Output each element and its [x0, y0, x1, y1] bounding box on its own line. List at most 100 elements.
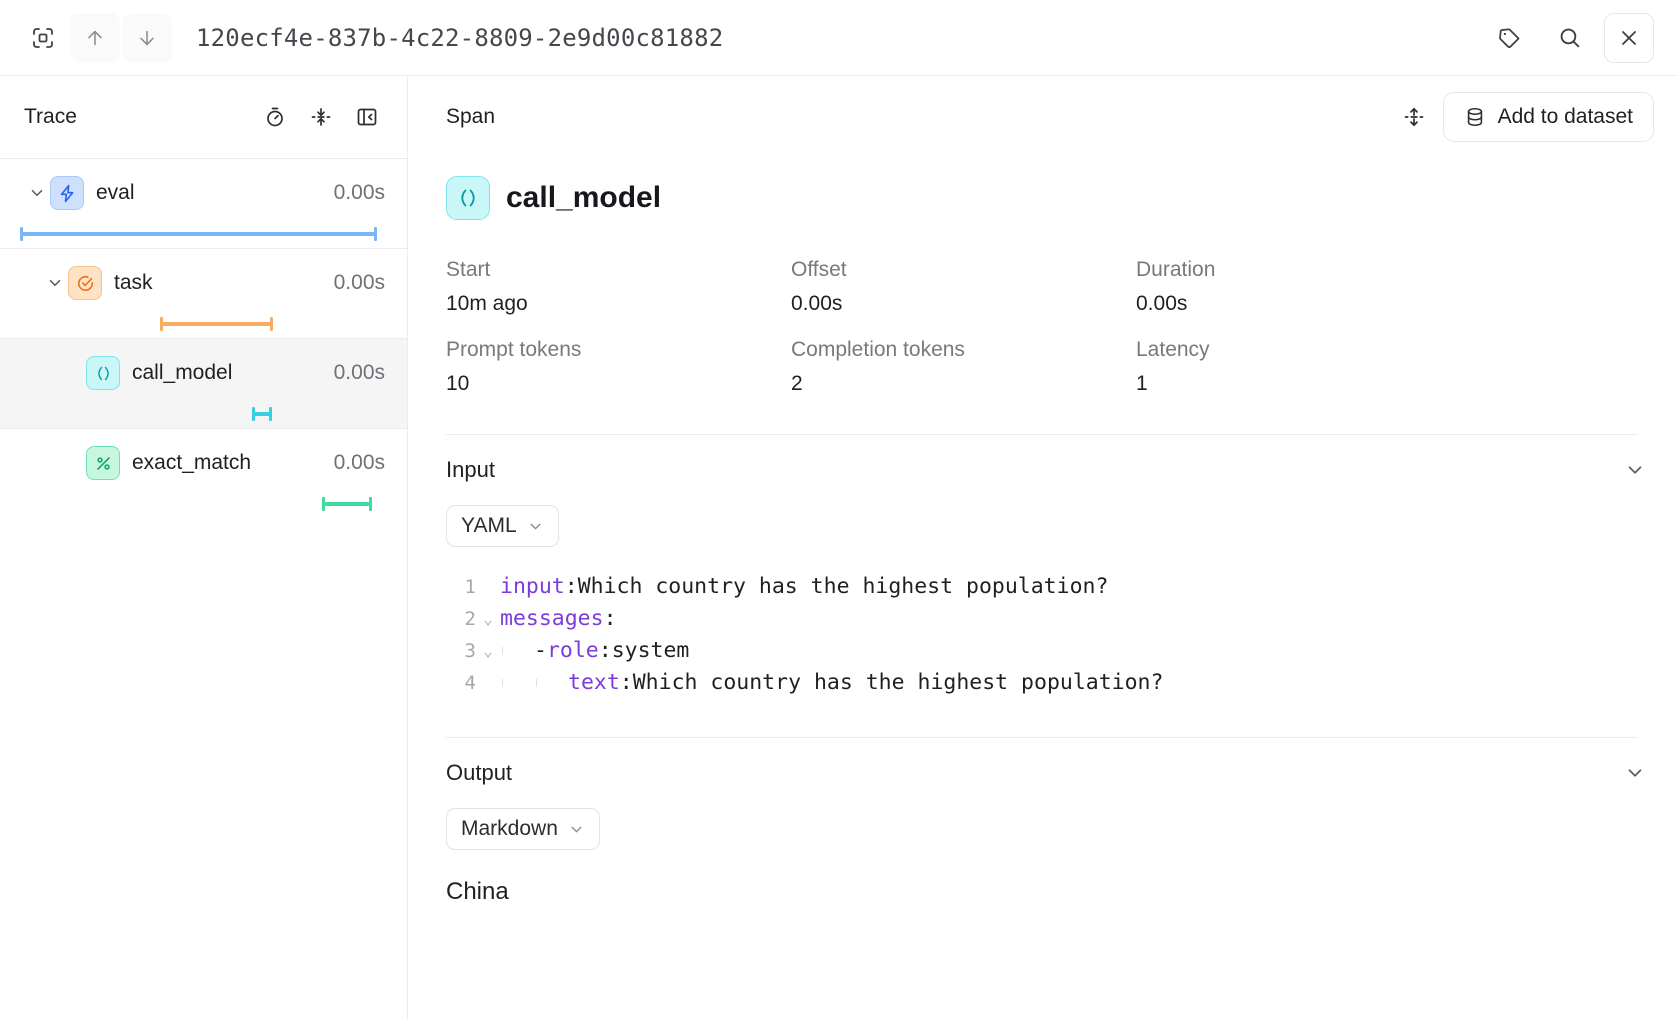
lightning-icon	[50, 176, 84, 210]
line-number: 4	[446, 667, 476, 699]
input-format-value: YAML	[461, 514, 517, 538]
metadata-item-completion-tokens: Completion tokens 2	[791, 338, 1136, 396]
metadata-value: 10m ago	[446, 292, 791, 316]
sidebar-header: Trace	[0, 76, 407, 158]
trace-id: 120ecf4e-837b-4c22-8809-2e9d00c81882	[196, 24, 723, 52]
timer-icon[interactable]	[255, 97, 295, 137]
tree-row[interactable]: exact_match 0.00s	[0, 428, 407, 518]
tree-node-duration: 0.00s	[334, 451, 385, 475]
yaml-value: system	[612, 635, 690, 667]
metadata-value: 1	[1136, 372, 1638, 396]
yaml-value: Which country has the highest population…	[633, 667, 1164, 699]
line-number: 2	[446, 603, 476, 635]
yaml-key: messages	[500, 603, 604, 635]
input-section-title: Input	[446, 457, 495, 483]
span-panel-header: Span	[408, 76, 1676, 158]
tree-node-bar	[252, 412, 272, 416]
span-detail-scroll: call_model Start 10m ago Offset 0.00s Du…	[408, 158, 1676, 1020]
metadata-label: Start	[446, 258, 791, 282]
tree-row[interactable]: call_model 0.00s	[0, 338, 407, 428]
topbar-actions	[1484, 13, 1654, 63]
tree-node-label: exact_match	[132, 451, 251, 475]
tree-node-bar	[20, 232, 377, 236]
metadata-label: Prompt tokens	[446, 338, 791, 362]
yaml-colon: :	[620, 667, 633, 699]
input-code-block: 1 ⌄ input: Which country has the highest…	[446, 571, 1676, 699]
panel-title: Span	[446, 105, 495, 129]
yaml-colon: :	[565, 571, 578, 603]
metadata-value: 0.00s	[791, 292, 1136, 316]
chevron-down-icon	[527, 518, 544, 535]
tree-node-bar-track	[0, 313, 407, 335]
close-icon[interactable]	[1604, 13, 1654, 63]
yaml-value: Which country has the highest population…	[578, 571, 1109, 603]
tree-row[interactable]: task 0.00s	[0, 248, 407, 338]
tree-node-bar-track	[0, 403, 407, 425]
body: Trace	[0, 76, 1676, 1020]
parens-icon	[446, 176, 490, 220]
yaml-dash: -	[534, 635, 547, 667]
output-text: China	[446, 878, 1676, 906]
output-format-value: Markdown	[461, 817, 558, 841]
tree-node-duration: 0.00s	[334, 271, 385, 295]
chevron-down-icon	[568, 821, 585, 838]
metadata-value: 2	[791, 372, 1136, 396]
span-detail-panel: Span	[408, 76, 1676, 1020]
metadata-item-prompt-tokens: Prompt tokens 10	[446, 338, 791, 396]
yaml-key: text	[568, 667, 620, 699]
fold-toggle[interactable]: ⌄	[476, 603, 500, 635]
code-line: 4 ⌄ text: Which country has the highest …	[446, 667, 1676, 699]
percent-icon	[86, 446, 120, 480]
metadata-item-offset: Offset 0.00s	[791, 258, 1136, 316]
prev-span-button[interactable]	[70, 13, 120, 63]
trace-sidebar: Trace	[0, 76, 408, 1020]
add-to-dataset-button[interactable]: Add to dataset	[1443, 92, 1654, 142]
metadata-item-latency: Latency 1	[1136, 338, 1638, 396]
parens-icon	[86, 356, 120, 390]
top-bar: 120ecf4e-837b-4c22-8809-2e9d00c81882	[0, 0, 1676, 76]
metadata-label: Duration	[1136, 258, 1638, 282]
chevron-down-icon[interactable]	[24, 184, 50, 202]
span-metadata-grid: Start 10m ago Offset 0.00s Duration 0.00…	[408, 220, 1676, 396]
code-line: 3 ⌄ - role: system	[446, 635, 1676, 667]
output-format-select[interactable]: Markdown	[446, 808, 600, 850]
tree-node-bar	[160, 322, 273, 326]
metadata-item-start: Start 10m ago	[446, 258, 791, 316]
add-to-dataset-label: Add to dataset	[1498, 105, 1633, 129]
tree-node-bar	[322, 502, 372, 506]
fold-toggle[interactable]: ⌄	[476, 635, 500, 667]
span-name: call_model	[506, 181, 661, 215]
tree-node-duration: 0.00s	[334, 361, 385, 385]
trace-tree: eval 0.00s	[0, 158, 407, 1020]
yaml-key: role	[547, 635, 599, 667]
input-section-header: Input	[408, 435, 1676, 483]
search-icon[interactable]	[1544, 13, 1594, 63]
yaml-colon: :	[599, 635, 612, 667]
yaml-colon: :	[604, 603, 617, 635]
chevron-down-icon[interactable]	[1624, 459, 1646, 481]
panel-collapse-icon[interactable]	[347, 97, 387, 137]
trace-viewer: 120ecf4e-837b-4c22-8809-2e9d00c81882	[0, 0, 1676, 1020]
tag-icon[interactable]	[1484, 13, 1534, 63]
focus-frame-icon[interactable]	[18, 13, 68, 63]
input-format-select[interactable]: YAML	[446, 505, 559, 547]
tree-node-bar-track	[0, 493, 407, 515]
tree-node-label: call_model	[132, 361, 232, 385]
chevron-down-icon[interactable]	[42, 274, 68, 292]
collapse-vertical-icon[interactable]	[301, 97, 341, 137]
next-span-button[interactable]	[122, 13, 172, 63]
metadata-label: Offset	[791, 258, 1136, 282]
code-line: 1 ⌄ input: Which country has the highest…	[446, 571, 1676, 603]
tree-node-label: eval	[96, 181, 135, 205]
chevron-down-icon[interactable]	[1624, 762, 1646, 784]
code-line: 2 ⌄ messages:	[446, 603, 1676, 635]
span-title-row: call_model	[408, 158, 1676, 220]
tree-node-duration: 0.00s	[334, 181, 385, 205]
metadata-label: Latency	[1136, 338, 1638, 362]
target-check-icon	[68, 266, 102, 300]
tree-row[interactable]: eval 0.00s	[0, 158, 407, 248]
metadata-label: Completion tokens	[791, 338, 1136, 362]
yaml-key: input	[500, 571, 565, 603]
metadata-item-duration: Duration 0.00s	[1136, 258, 1638, 316]
expand-vertical-icon[interactable]	[1393, 96, 1435, 138]
